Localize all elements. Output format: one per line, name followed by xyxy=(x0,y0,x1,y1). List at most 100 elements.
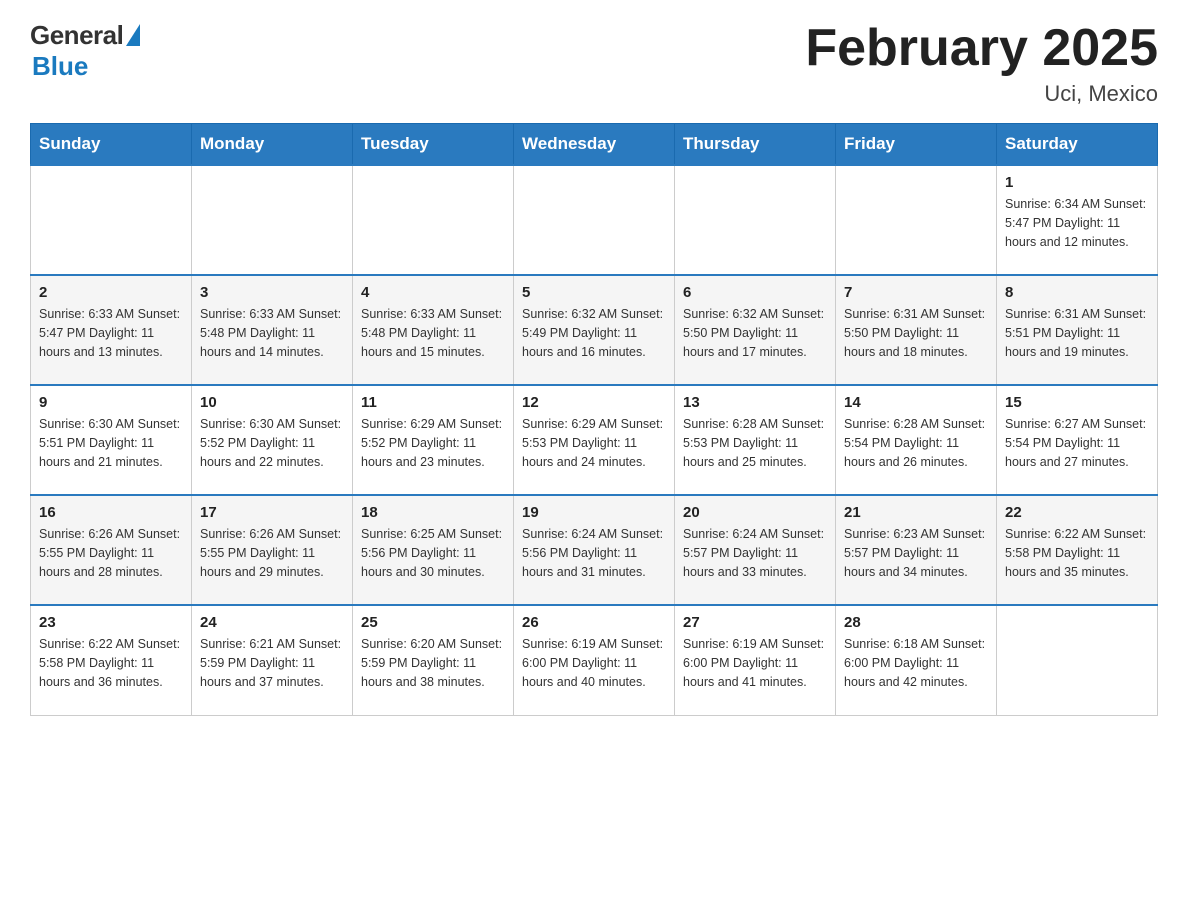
day-info: Sunrise: 6:19 AM Sunset: 6:00 PM Dayligh… xyxy=(522,635,666,691)
calendar-cell xyxy=(192,165,353,275)
day-number: 28 xyxy=(844,614,988,631)
day-number: 11 xyxy=(361,394,505,411)
calendar-cell: 7 Sunrise: 6:31 AM Sunset: 5:50 PM Daylig… xyxy=(836,275,997,385)
day-number: 27 xyxy=(683,614,827,631)
day-number: 22 xyxy=(1005,504,1149,521)
calendar-cell: 27 Sunrise: 6:19 AM Sunset: 6:00 PM Dayli… xyxy=(675,605,836,715)
day-info: Sunrise: 6:33 AM Sunset: 5:47 PM Dayligh… xyxy=(39,305,183,361)
calendar-cell: 13Sunrise: 6:28 AM Sunset: 5:53 PM Dayli… xyxy=(675,385,836,495)
col-header-monday: Monday xyxy=(192,124,353,166)
calendar-cell: 9 Sunrise: 6:30 AM Sunset: 5:51 PM Daylig… xyxy=(31,385,192,495)
day-info: Sunrise: 6:32 AM Sunset: 5:49 PM Dayligh… xyxy=(522,305,666,361)
calendar-cell xyxy=(997,605,1158,715)
day-number: 10 xyxy=(200,394,344,411)
calendar-week-row: 16 Sunrise: 6:26 AM Sunset: 5:55 PM Dayli… xyxy=(31,495,1158,605)
logo: General Blue xyxy=(30,20,140,82)
day-number: 6 xyxy=(683,284,827,301)
calendar-cell: 10 Sunrise: 6:30 AM Sunset: 5:52 PM Dayli… xyxy=(192,385,353,495)
day-info: Sunrise: 6:25 AM Sunset: 5:56 PM Dayligh… xyxy=(361,525,505,581)
calendar-cell: 20 Sunrise: 6:24 AM Sunset: 5:57 PM Dayli… xyxy=(675,495,836,605)
day-info: Sunrise: 6:27 AM Sunset: 5:54 PM Dayligh… xyxy=(1005,415,1149,471)
day-number: 21 xyxy=(844,504,988,521)
calendar-cell: 5 Sunrise: 6:32 AM Sunset: 5:49 PM Daylig… xyxy=(514,275,675,385)
calendar-cell: 11 Sunrise: 6:29 AM Sunset: 5:52 PM Dayli… xyxy=(353,385,514,495)
day-info: Sunrise: 6:32 AM Sunset: 5:50 PM Dayligh… xyxy=(683,305,827,361)
logo-blue-text: Blue xyxy=(32,51,88,82)
day-info: Sunrise: 6:33 AM Sunset: 5:48 PM Dayligh… xyxy=(361,305,505,361)
calendar-week-row: 9 Sunrise: 6:30 AM Sunset: 5:51 PM Daylig… xyxy=(31,385,1158,495)
logo-triangle-icon xyxy=(126,24,140,46)
day-info: Sunrise: 6:26 AM Sunset: 5:55 PM Dayligh… xyxy=(39,525,183,581)
day-number: 19 xyxy=(522,504,666,521)
day-info: Sunrise: 6:24 AM Sunset: 5:57 PM Dayligh… xyxy=(683,525,827,581)
month-title: February 2025 xyxy=(805,20,1158,77)
col-header-wednesday: Wednesday xyxy=(514,124,675,166)
day-info: Sunrise: 6:31 AM Sunset: 5:51 PM Dayligh… xyxy=(1005,305,1149,361)
day-number: 16 xyxy=(39,504,183,521)
calendar-table: SundayMondayTuesdayWednesdayThursdayFrid… xyxy=(30,123,1158,716)
calendar-cell: 28 Sunrise: 6:18 AM Sunset: 6:00 PM Dayli… xyxy=(836,605,997,715)
day-number: 17 xyxy=(200,504,344,521)
day-info: Sunrise: 6:29 AM Sunset: 5:53 PM Dayligh… xyxy=(522,415,666,471)
logo-general-text: General xyxy=(30,20,123,51)
day-info: Sunrise: 6:23 AM Sunset: 5:57 PM Dayligh… xyxy=(844,525,988,581)
calendar-cell xyxy=(836,165,997,275)
day-info: Sunrise: 6:31 AM Sunset: 5:50 PM Dayligh… xyxy=(844,305,988,361)
day-info: Sunrise: 6:21 AM Sunset: 5:59 PM Dayligh… xyxy=(200,635,344,691)
calendar-cell: 21 Sunrise: 6:23 AM Sunset: 5:57 PM Dayli… xyxy=(836,495,997,605)
day-number: 13 xyxy=(683,394,827,411)
day-number: 12 xyxy=(522,394,666,411)
location-text: Uci, Mexico xyxy=(805,81,1158,107)
calendar-cell xyxy=(514,165,675,275)
calendar-week-row: 2Sunrise: 6:33 AM Sunset: 5:47 PM Daylig… xyxy=(31,275,1158,385)
calendar-cell xyxy=(353,165,514,275)
day-info: Sunrise: 6:22 AM Sunset: 5:58 PM Dayligh… xyxy=(39,635,183,691)
day-info: Sunrise: 6:33 AM Sunset: 5:48 PM Dayligh… xyxy=(200,305,344,361)
day-number: 5 xyxy=(522,284,666,301)
calendar-cell: 8 Sunrise: 6:31 AM Sunset: 5:51 PM Daylig… xyxy=(997,275,1158,385)
day-number: 24 xyxy=(200,614,344,631)
day-number: 20 xyxy=(683,504,827,521)
calendar-cell: 1 Sunrise: 6:34 AM Sunset: 5:47 PM Daylig… xyxy=(997,165,1158,275)
day-number: 23 xyxy=(39,614,183,631)
day-info: Sunrise: 6:30 AM Sunset: 5:51 PM Dayligh… xyxy=(39,415,183,471)
calendar-cell: 4 Sunrise: 6:33 AM Sunset: 5:48 PM Daylig… xyxy=(353,275,514,385)
day-number: 7 xyxy=(844,284,988,301)
calendar-header-row: SundayMondayTuesdayWednesdayThursdayFrid… xyxy=(31,124,1158,166)
title-section: February 2025 Uci, Mexico xyxy=(805,20,1158,107)
calendar-cell: 3 Sunrise: 6:33 AM Sunset: 5:48 PM Daylig… xyxy=(192,275,353,385)
calendar-cell: 6 Sunrise: 6:32 AM Sunset: 5:50 PM Daylig… xyxy=(675,275,836,385)
day-number: 14 xyxy=(844,394,988,411)
calendar-cell: 19 Sunrise: 6:24 AM Sunset: 5:56 PM Dayli… xyxy=(514,495,675,605)
calendar-week-row: 1 Sunrise: 6:34 AM Sunset: 5:47 PM Daylig… xyxy=(31,165,1158,275)
day-info: Sunrise: 6:24 AM Sunset: 5:56 PM Dayligh… xyxy=(522,525,666,581)
day-number: 4 xyxy=(361,284,505,301)
col-header-friday: Friday xyxy=(836,124,997,166)
calendar-cell: 24 Sunrise: 6:21 AM Sunset: 5:59 PM Dayli… xyxy=(192,605,353,715)
calendar-cell: 14Sunrise: 6:28 AM Sunset: 5:54 PM Dayli… xyxy=(836,385,997,495)
day-number: 8 xyxy=(1005,284,1149,301)
calendar-cell: 23 Sunrise: 6:22 AM Sunset: 5:58 PM Dayli… xyxy=(31,605,192,715)
day-info: Sunrise: 6:22 AM Sunset: 5:58 PM Dayligh… xyxy=(1005,525,1149,581)
day-number: 1 xyxy=(1005,174,1149,191)
day-info: Sunrise: 6:34 AM Sunset: 5:47 PM Dayligh… xyxy=(1005,195,1149,251)
day-info: Sunrise: 6:19 AM Sunset: 6:00 PM Dayligh… xyxy=(683,635,827,691)
col-header-sunday: Sunday xyxy=(31,124,192,166)
calendar-cell: 17Sunrise: 6:26 AM Sunset: 5:55 PM Dayli… xyxy=(192,495,353,605)
calendar-cell xyxy=(31,165,192,275)
calendar-cell: 18Sunrise: 6:25 AM Sunset: 5:56 PM Dayli… xyxy=(353,495,514,605)
calendar-cell: 16 Sunrise: 6:26 AM Sunset: 5:55 PM Dayli… xyxy=(31,495,192,605)
day-info: Sunrise: 6:20 AM Sunset: 5:59 PM Dayligh… xyxy=(361,635,505,691)
day-number: 9 xyxy=(39,394,183,411)
day-info: Sunrise: 6:29 AM Sunset: 5:52 PM Dayligh… xyxy=(361,415,505,471)
day-number: 3 xyxy=(200,284,344,301)
day-info: Sunrise: 6:30 AM Sunset: 5:52 PM Dayligh… xyxy=(200,415,344,471)
day-number: 26 xyxy=(522,614,666,631)
calendar-cell: 12 Sunrise: 6:29 AM Sunset: 5:53 PM Dayli… xyxy=(514,385,675,495)
col-header-tuesday: Tuesday xyxy=(353,124,514,166)
day-number: 15 xyxy=(1005,394,1149,411)
calendar-cell xyxy=(675,165,836,275)
col-header-saturday: Saturday xyxy=(997,124,1158,166)
day-info: Sunrise: 6:18 AM Sunset: 6:00 PM Dayligh… xyxy=(844,635,988,691)
calendar-cell: 25Sunrise: 6:20 AM Sunset: 5:59 PM Dayli… xyxy=(353,605,514,715)
